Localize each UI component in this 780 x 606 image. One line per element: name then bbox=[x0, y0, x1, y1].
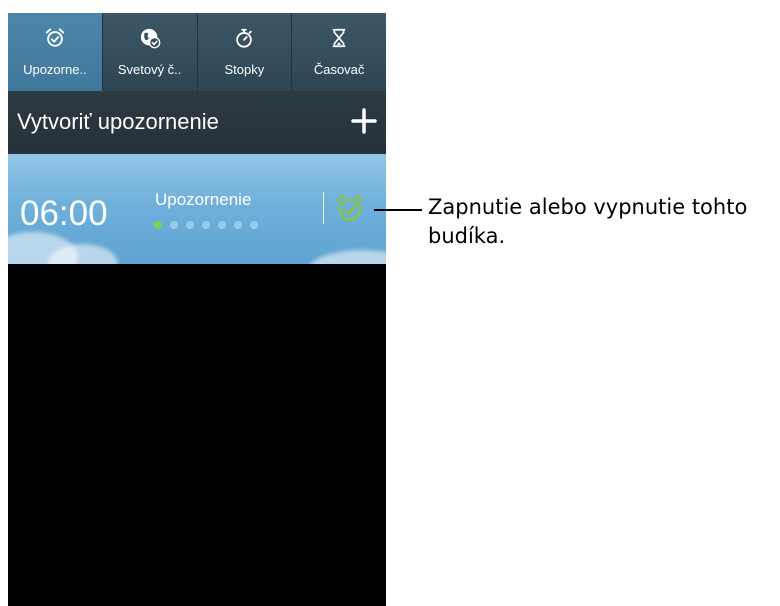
alarm-time: 06:00 bbox=[20, 194, 108, 233]
tab-stopwatch[interactable]: Stopky bbox=[198, 13, 293, 91]
hourglass-icon bbox=[332, 28, 346, 48]
tab-alarm[interactable]: Upozorne.. bbox=[8, 13, 103, 91]
tab-alarm-label: Upozorne.. bbox=[23, 62, 87, 77]
tab-stopwatch-label: Stopky bbox=[224, 62, 265, 77]
plus-icon[interactable] bbox=[350, 107, 378, 135]
divider bbox=[323, 192, 324, 224]
alarm-clock-icon bbox=[45, 28, 65, 47]
tab-bar: Upozorne.. Svetový č.. Stopky Časovač bbox=[8, 13, 386, 91]
day-dot bbox=[250, 221, 258, 229]
alarm-name: Upozornenie bbox=[155, 190, 252, 209]
day-dot bbox=[170, 221, 178, 229]
repeat-days-indicator bbox=[154, 221, 258, 229]
phone-screen: Upozorne.. Svetový č.. Stopky Časovač Vy… bbox=[8, 13, 386, 606]
tab-world-clock[interactable]: Svetový č.. bbox=[103, 13, 198, 91]
alarm-toggle-icon[interactable] bbox=[334, 192, 366, 224]
day-dot bbox=[218, 221, 226, 229]
day-dot bbox=[154, 221, 162, 229]
create-alarm-title: Vytvoriť upozornenie bbox=[17, 109, 219, 134]
callout-text: Zapnutie alebo vypnutie tohto budíka. bbox=[428, 195, 748, 248]
day-dot bbox=[186, 221, 194, 229]
tab-timer-label: Časovač bbox=[313, 62, 365, 77]
day-dot bbox=[202, 221, 210, 229]
globe-check-icon bbox=[140, 28, 160, 49]
alarm-list-item[interactable]: 06:00 Upozornenie bbox=[8, 154, 386, 264]
cloud-decoration bbox=[308, 250, 386, 264]
stopwatch-icon bbox=[236, 28, 253, 48]
tab-timer[interactable]: Časovač bbox=[292, 13, 386, 91]
callout-line bbox=[374, 209, 422, 211]
create-alarm-bar[interactable]: Vytvoriť upozornenie bbox=[8, 91, 386, 154]
day-dot bbox=[234, 221, 242, 229]
tab-world-clock-label: Svetový č.. bbox=[117, 62, 182, 77]
